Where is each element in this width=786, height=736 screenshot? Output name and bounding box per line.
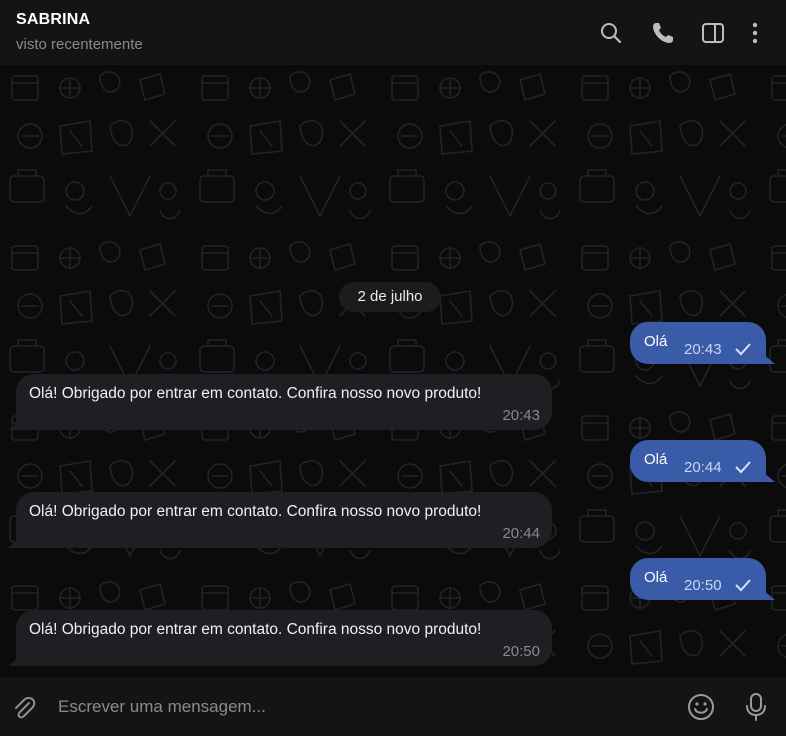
- search-icon[interactable]: [598, 20, 624, 46]
- more-vertical-icon[interactable]: [742, 20, 768, 46]
- incoming-message[interactable]: Olá! Obrigado por entrar em contato. Con…: [8, 492, 552, 548]
- outgoing-message[interactable]: Olá 20:44: [630, 440, 775, 482]
- paperclip-icon[interactable]: [10, 694, 38, 722]
- sidebar-toggle-icon[interactable]: [700, 20, 726, 46]
- check-icon: [735, 461, 751, 474]
- bubble-tail: [763, 590, 775, 600]
- emoji-icon[interactable]: [686, 692, 716, 722]
- bubble-tail: [8, 420, 20, 430]
- message-text: Olá: [644, 451, 668, 468]
- chat-area[interactable]: 2 de julho Olá 20:43 Olá! Obrigado por e…: [0, 66, 786, 678]
- message-time: 20:44: [502, 525, 540, 542]
- microphone-icon[interactable]: [742, 692, 770, 722]
- date-separator: 2 de julho: [339, 282, 441, 312]
- chat-header: SABRINA visto recentemente: [0, 0, 786, 66]
- message-text: Olá! Obrigado por entrar em contato. Con…: [29, 385, 482, 402]
- message-text: Olá: [644, 569, 668, 586]
- bubble-tail: [763, 472, 775, 482]
- message-time: 20:50: [502, 643, 540, 660]
- message-time: 20:43: [684, 341, 722, 358]
- incoming-message[interactable]: Olá! Obrigado por entrar em contato. Con…: [8, 610, 552, 666]
- outgoing-message[interactable]: Olá 20:43: [630, 322, 775, 364]
- bubble-tail: [763, 354, 775, 364]
- message-text: Olá! Obrigado por entrar em contato. Con…: [29, 621, 482, 638]
- check-icon: [735, 343, 751, 356]
- message-time: 20:44: [684, 459, 722, 476]
- message-text: Olá! Obrigado por entrar em contato. Con…: [29, 503, 482, 520]
- contact-status: visto recentemente: [16, 36, 143, 53]
- message-text: Olá: [644, 333, 668, 350]
- phone-icon[interactable]: [650, 20, 676, 46]
- message-input[interactable]: [58, 692, 658, 722]
- bubble-tail: [8, 538, 20, 548]
- outgoing-message[interactable]: Olá 20:50: [630, 558, 775, 600]
- bubble-tail: [8, 656, 20, 666]
- check-icon: [735, 579, 751, 592]
- message-time: 20:50: [684, 577, 722, 594]
- message-time: 20:43: [502, 407, 540, 424]
- message-composer: [0, 678, 786, 736]
- incoming-message[interactable]: Olá! Obrigado por entrar em contato. Con…: [8, 374, 552, 430]
- contact-name[interactable]: SABRINA: [16, 11, 90, 29]
